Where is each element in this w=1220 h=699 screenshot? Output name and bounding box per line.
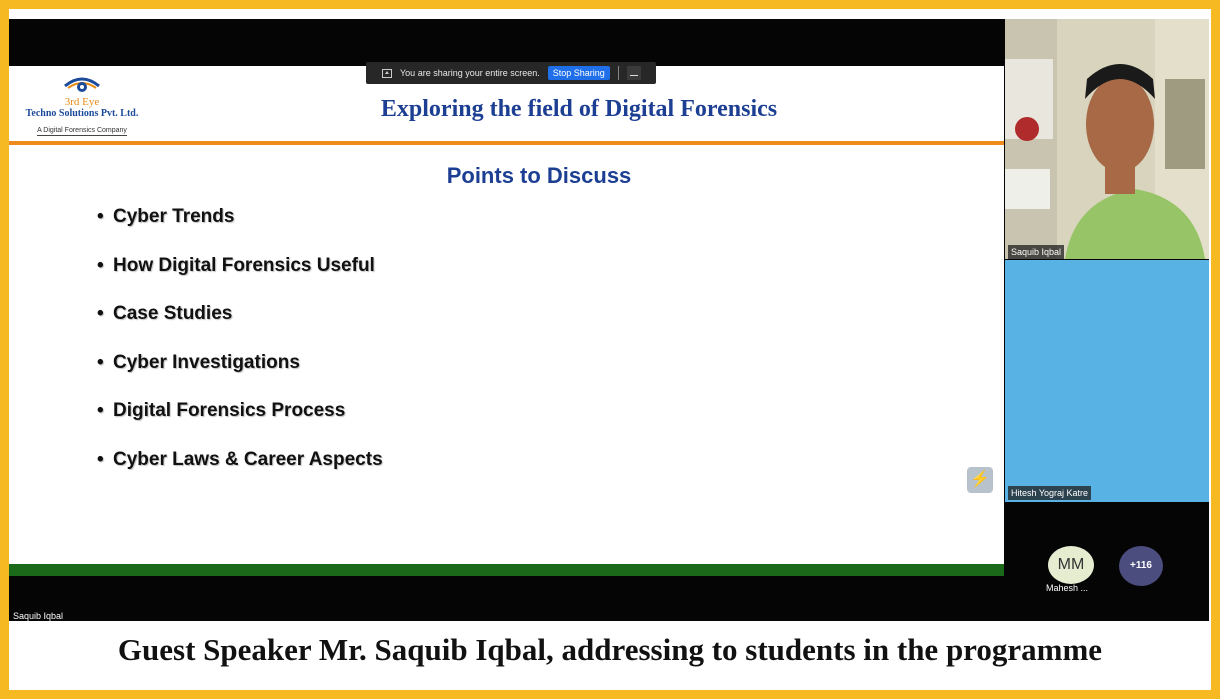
video-tile-hitesh[interactable]: Hitesh Yograj Katre xyxy=(1005,260,1209,502)
bullet-icon: • xyxy=(97,448,104,470)
shared-slide: 3rd Eye Techno Solutions Pvt. Ltd. A Dig… xyxy=(9,66,1004,576)
point-text: Cyber Investigations xyxy=(113,351,300,373)
participant-name-tag: Hitesh Yograj Katre xyxy=(1008,486,1092,500)
bullet-icon: • xyxy=(97,400,104,421)
green-footer-line xyxy=(9,564,1004,576)
point-text: Cyber Trends xyxy=(113,206,235,227)
participant-avatar[interactable]: MM xyxy=(1048,546,1094,584)
logo-text-line2: Techno Solutions Pvt. Ltd. xyxy=(25,108,139,119)
point-text: Digital Forensics Process xyxy=(113,400,346,421)
list-item: • Digital Forensics Process xyxy=(97,400,383,449)
lightning-icon[interactable]: ⚡ xyxy=(967,467,993,493)
points-list: • Cyber Trends • How Digital Forensics Use… xyxy=(97,206,383,497)
active-speaker-label: Saquib Iqbal xyxy=(13,611,64,621)
minimize-bar-button[interactable] xyxy=(626,66,641,80)
screen-share-bar: You are sharing your entire screen. Stop… xyxy=(366,62,656,84)
list-item: • Case Studies xyxy=(97,303,383,352)
list-item: • Cyber Laws & Career Aspects xyxy=(97,449,383,498)
list-item: • How Digital Forensics Useful xyxy=(97,255,383,304)
bullet-icon: • xyxy=(97,254,104,276)
participant-video xyxy=(1005,19,1209,259)
bullet-icon: • xyxy=(97,303,104,324)
participant-name: Mahesh ... xyxy=(1046,583,1089,593)
point-text: How Digital Forensics Useful xyxy=(113,254,375,276)
more-participants-button[interactable]: +116 xyxy=(1119,546,1163,586)
share-status-text: You are sharing your entire screen. xyxy=(400,68,540,78)
bullet-icon: • xyxy=(97,206,104,227)
participant-name-tag: Saquib Iqbal xyxy=(1008,245,1065,259)
video-tile-saquib[interactable]: Saquib Iqbal xyxy=(1005,19,1209,259)
company-logo: 3rd Eye Techno Solutions Pvt. Ltd. A Dig… xyxy=(17,74,147,136)
share-screen-icon xyxy=(382,68,392,78)
slide-title: Exploring the field of Digital Forensics xyxy=(380,96,778,122)
bullet-icon: • xyxy=(97,351,104,373)
logo-text-line1: 3rd Eye xyxy=(64,96,100,108)
points-heading: Points to Discuss xyxy=(446,163,632,188)
list-item: • Cyber Trends xyxy=(97,206,383,255)
stop-sharing-button[interactable]: Stop Sharing xyxy=(547,66,610,80)
caption-text: Guest Speaker Mr. Saquib Iqbal, addressi… xyxy=(117,632,1103,667)
point-text: Cyber Laws & Career Aspects xyxy=(113,448,383,470)
list-item: • Cyber Investigations xyxy=(97,352,383,401)
logo-text-line3: A Digital Forensics Company xyxy=(37,127,127,136)
eye-logo-icon xyxy=(64,77,100,92)
orange-divider xyxy=(9,141,1004,145)
bar-divider xyxy=(617,66,619,80)
point-text: Case Studies xyxy=(113,303,233,324)
